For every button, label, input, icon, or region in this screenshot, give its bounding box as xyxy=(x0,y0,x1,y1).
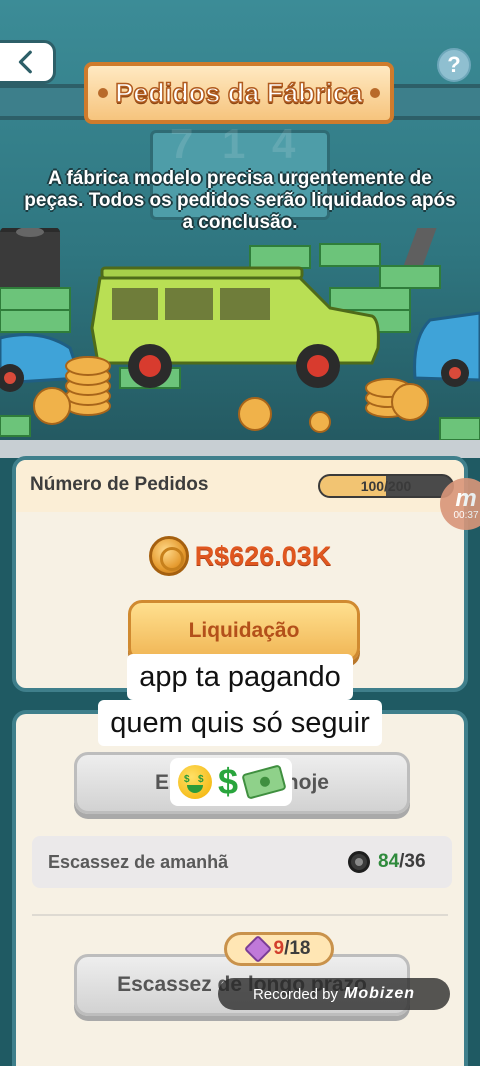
recorder-timer-text: 00:37 xyxy=(453,509,479,521)
recorder-watermark-text: Recorded by xyxy=(252,985,339,1003)
tire-icon xyxy=(348,851,370,873)
settlement-amount: R$626.03K xyxy=(194,540,332,571)
caption-line: quem quis só seguir xyxy=(98,700,382,746)
page-description: A fábrica modelo precisa urgentemente de… xyxy=(24,168,456,233)
orders-progress-bar: 100/200 xyxy=(318,474,454,498)
orders-progress-text: 100/200 xyxy=(360,478,412,494)
factory-wall-digit: 1 xyxy=(222,120,246,167)
tomorrow-total: /36 xyxy=(399,851,426,872)
video-caption: app ta pagando quem quis só seguir xyxy=(60,654,420,746)
factory-banner: 7 1 4 Pedidos da Fábrica A fábrica model… xyxy=(0,0,480,458)
bolt-icon xyxy=(98,88,108,98)
green-car-icon xyxy=(90,266,380,388)
factory-scene-illustration xyxy=(0,228,480,458)
tire-stack-icon xyxy=(0,228,60,292)
page-title: Pedidos da Fábrica xyxy=(114,77,363,109)
factory-wall-digit: 4 xyxy=(272,120,296,167)
coin-stack-icon xyxy=(33,356,429,433)
settle-button[interactable]: Liquidação xyxy=(128,600,360,662)
caption-line: app ta pagando xyxy=(127,654,353,700)
gem-total: /18 xyxy=(284,938,311,959)
help-button[interactable]: ? xyxy=(437,48,471,82)
recorder-watermark-logo: Mobizen xyxy=(344,985,416,1002)
bolt-icon xyxy=(370,88,380,98)
coin-icon xyxy=(148,536,189,576)
gem-current: 9 xyxy=(273,938,285,959)
gem-count-badge: 9/18 xyxy=(224,932,334,966)
caption-emoji-row: $ $ $ xyxy=(170,758,293,806)
blue-car-icon xyxy=(413,311,480,387)
orders-count-label: Número de Pedidos xyxy=(30,474,209,495)
scarcity-tomorrow-row: Escassez de amanhã 84/36 xyxy=(32,836,452,888)
back-button[interactable] xyxy=(0,40,56,84)
scarcity-tomorrow-count: 84/36 xyxy=(378,851,426,873)
chevron-left-icon xyxy=(18,50,32,74)
title-plate: Pedidos da Fábrica xyxy=(84,62,394,124)
divider xyxy=(32,914,448,916)
recorder-logo-letter: m xyxy=(455,484,477,512)
money-face-emoji-icon: $ $ xyxy=(178,765,212,799)
tomorrow-current: 84 xyxy=(378,851,400,872)
factory-wall-digit: 7 xyxy=(170,120,194,167)
scarcity-tomorrow-label: Escassez de amanhã xyxy=(48,852,229,872)
money-wings-emoji-icon xyxy=(241,764,287,800)
recorder-watermark: Recorded by Mobizen xyxy=(218,978,450,1010)
amount-row: R$626.03K xyxy=(16,536,464,576)
dollar-sign-emoji-icon: $ xyxy=(218,761,239,802)
gem-icon xyxy=(243,934,272,964)
